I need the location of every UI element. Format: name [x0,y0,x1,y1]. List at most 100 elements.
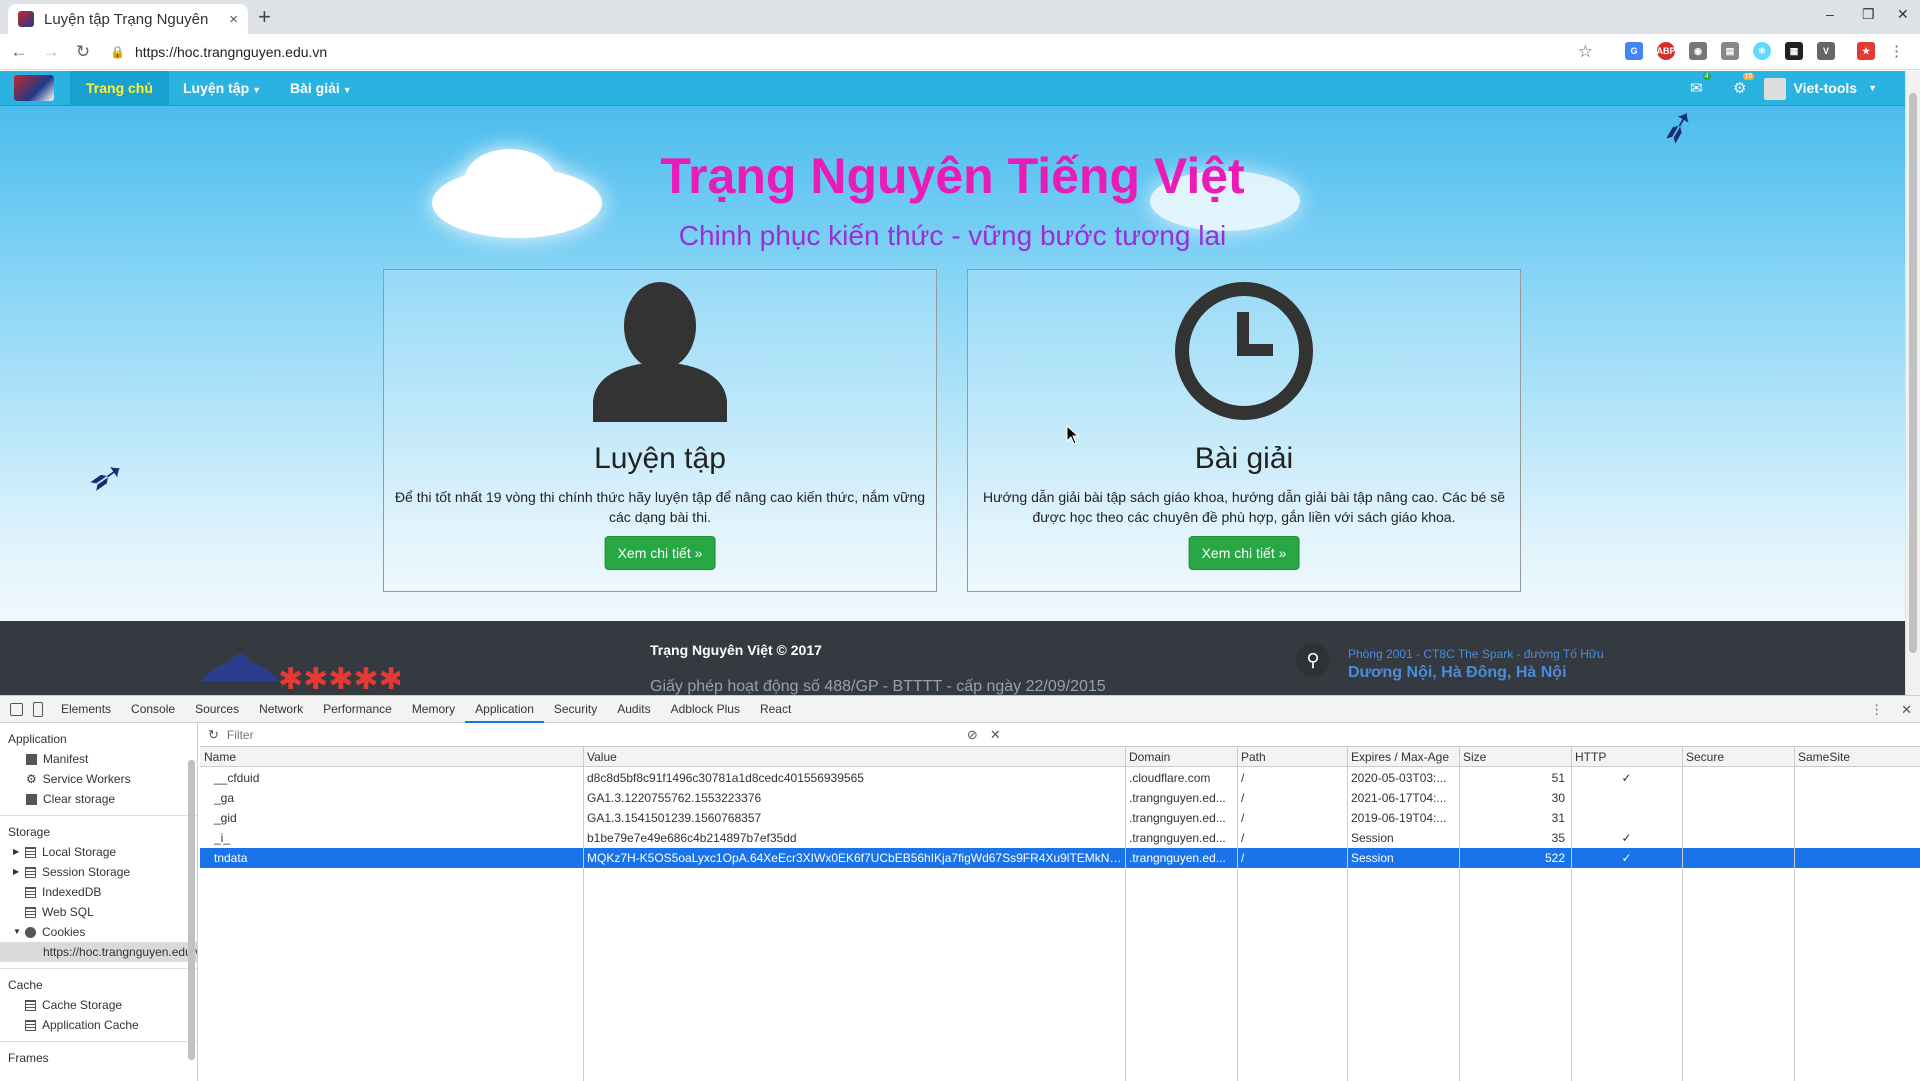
refresh-icon[interactable]: ↻ [208,727,219,743]
cell-secure [1682,808,1794,828]
sidebar-item-cookie-origin[interactable]: https://hoc.trangnguyen.edu.vn [0,942,197,962]
triangle-down-icon[interactable]: ▼ [13,922,25,942]
column-header-name[interactable]: Name [200,747,583,767]
column-header-secure[interactable]: Secure [1682,747,1794,767]
sidebar-scrollbar[interactable] [186,754,196,1081]
solutions-card-text: Hướng dẫn giải bài tập sách giáo khoa, h… [982,489,1505,525]
table-row[interactable]: tndata MQKz7H-K5OS5oaLyxc1OpA.64XeEcr3XIW… [200,848,1920,868]
table-row[interactable]: __cfduid d8c8d5bf8c91f1496c30781a1d8cedc4… [200,768,1920,788]
vue-icon[interactable]: V [1817,42,1835,60]
column-header-path[interactable]: Path [1237,747,1347,767]
sidebar-item-web-sql[interactable]: Web SQL [0,902,197,922]
clipboard-icon[interactable]: ▤ [1721,42,1739,60]
sidebar-item-session-storage[interactable]: ▶ Session Storage [0,862,197,882]
cookie-filter-bar: ↻ ⊘ ✕ [200,723,1920,747]
tab-network[interactable]: Network [249,696,313,723]
clear-all-icon[interactable]: ⊘ [967,727,978,743]
back-arrow-icon[interactable]: ← [6,42,32,62]
svg-text:✱✱✱✱✱: ✱✱✱✱✱ [278,662,400,695]
practice-details-button[interactable]: Xem chi tiết » [604,536,716,570]
browser-menu-icon[interactable]: ⋮ [1889,42,1904,62]
adblock-plus-icon[interactable]: ABP [1657,42,1676,60]
caret-down-icon: ▼ [1868,83,1877,93]
tab-memory[interactable]: Memory [402,696,465,723]
sidebar-item-cache-storage[interactable]: Cache Storage [0,995,197,1015]
footer-brand: Trạng Nguyên Việt © 2017 [650,642,822,658]
table-row[interactable]: _gid GA1.3.1541501239.1560768357 .trangngu… [200,808,1920,828]
tab-react[interactable]: React [750,696,801,723]
url-text[interactable]: https://hoc.trangnguyen.edu.vn [135,44,327,60]
new-tab-button[interactable]: + [258,6,271,28]
mail-icon[interactable]: ✉ 4 [1690,73,1711,97]
sidebar-item-application-cache[interactable]: Application Cache [0,1015,197,1035]
address-bar[interactable]: 🔒 https://hoc.trangnguyen.edu.vn [110,40,1590,64]
sidebar-item-service-workers[interactable]: ⚙ Service Workers [0,769,197,789]
devtools-menu-icon[interactable]: ⋮ [1870,702,1883,718]
tab-audits[interactable]: Audits [607,696,660,723]
sidebar-item-indexeddb[interactable]: IndexedDB [0,882,197,902]
cell-name: tndata [214,851,248,865]
cell-size: 30 [1551,791,1565,805]
column-header-http[interactable]: HTTP [1571,747,1682,767]
column-header-domain[interactable]: Domain [1125,747,1237,767]
window-close-button[interactable]: ✕ [1897,6,1909,23]
reload-icon[interactable]: ↻ [70,42,96,62]
camera-icon[interactable]: ◉ [1689,42,1707,60]
sidebar-item-clear-storage[interactable]: Clear storage [0,789,197,809]
column-header-size[interactable]: Size [1459,747,1571,767]
cell-http [1571,808,1682,828]
page-scrollbar[interactable] [1905,71,1920,695]
nav-practice[interactable]: Luyện tập ▼ [167,71,277,106]
star-extension-icon[interactable]: ★ [1857,42,1875,60]
nav-home[interactable]: Trang chủ [70,71,169,106]
restore-button[interactable]: ❐ [1862,6,1875,23]
minimize-button[interactable]: – [1826,6,1834,22]
bookmark-star-icon[interactable]: ☆ [1578,42,1593,62]
sidebar-item-manifest[interactable]: Manifest [0,749,197,769]
solutions-details-button[interactable]: Xem chi tiết » [1188,536,1300,570]
devtools-close-icon[interactable]: ✕ [1901,702,1912,718]
nav-solutions[interactable]: Bài giải ▼ [274,71,368,106]
column-header-value[interactable]: Value [583,747,1125,767]
tab-adblock-plus[interactable]: Adblock Plus [661,696,750,723]
triangle-right-icon[interactable]: ▶ [13,842,25,862]
avatar [1763,77,1786,100]
notification-icon[interactable]: ⚙ 10 [1733,73,1755,97]
location-pin-icon: ⚲ [1296,643,1330,677]
table-row[interactable]: _ga GA1.3.1220755762.1553223376 .trangnguy… [200,788,1920,808]
tab-security[interactable]: Security [544,696,607,723]
tab-sources[interactable]: Sources [185,696,249,723]
triangle-right-icon[interactable]: ▶ [13,862,25,882]
cell-path: / [1241,791,1245,805]
column-header-samesite[interactable]: SameSite [1794,747,1920,767]
tab-close-icon[interactable]: × [229,11,238,28]
inspect-element-icon[interactable] [10,702,23,716]
filter-input[interactable] [226,724,947,745]
sidebar-item-local-storage[interactable]: ▶ Local Storage [0,842,197,862]
table-row[interactable]: _i_ b1be79e7e49e686c4b214897b7ef35dd .tran… [200,828,1920,848]
column-header-expires[interactable]: Expires / Max-Age [1347,747,1459,767]
react-devtools-icon[interactable]: ⚛ [1753,42,1771,60]
delete-selected-icon[interactable]: ✕ [990,727,1001,743]
device-toolbar-icon[interactable] [33,701,43,717]
user-menu[interactable]: Viet-tools ▼ [1763,71,1877,106]
browser-tab[interactable]: Luyện tập Trạng Nguyên × [8,4,248,34]
qr-icon[interactable]: ▦ [1785,42,1803,60]
tab-performance[interactable]: Performance [313,696,402,723]
cell-expires: 2020-05-03T03:... [1351,771,1447,785]
scrollbar-thumb[interactable] [1909,93,1917,653]
sidebar-item-cookies[interactable]: ▼ Cookies [0,922,197,942]
site-logo[interactable] [14,75,54,101]
tab-elements[interactable]: Elements [51,696,121,723]
cell-path: / [1241,851,1245,865]
translate-icon[interactable]: G [1625,42,1643,60]
sidebar-header-cache: Cache [8,978,43,992]
site-favicon-icon [18,11,34,27]
forward-arrow-icon[interactable]: → [38,42,64,62]
cell-http: ✓ [1621,771,1632,785]
tab-console[interactable]: Console [121,696,185,723]
footer-logo-icon: ✱✱✱✱✱ [200,654,400,695]
cell-name: _ga [214,791,235,805]
scrollbar-thumb[interactable] [188,760,195,1060]
tab-application[interactable]: Application [465,696,544,723]
